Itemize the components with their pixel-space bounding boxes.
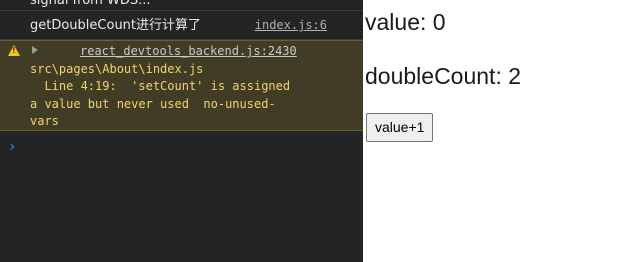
console-warning-source-link[interactable]: react_devtools_backend.js:2430 bbox=[30, 43, 357, 61]
console-log-message: getDoubleCount进行计算了 index.js:6 bbox=[0, 11, 363, 40]
console-warning-text: src\pages\About\index.js Line 4:19: 'set… bbox=[30, 61, 291, 129]
warning-icon bbox=[8, 45, 20, 56]
value-display: value: 0 bbox=[365, 9, 446, 35]
console-prompt-caret-icon[interactable]: › bbox=[8, 139, 16, 155]
console-message-partial: signal from WDS... bbox=[0, 0, 363, 11]
devtools-console-panel: signal from WDS... getDoubleCount进行计算了 i… bbox=[0, 0, 363, 262]
console-warning-message: react_devtools_backend.js:2430 src\pages… bbox=[0, 40, 363, 131]
console-message-text: signal from WDS... bbox=[30, 0, 151, 8]
increment-value-button[interactable]: value+1 bbox=[366, 113, 434, 142]
double-count-display: doubleCount: 2 bbox=[365, 63, 522, 89]
console-log-text: getDoubleCount进行计算了 bbox=[30, 18, 202, 33]
app-preview: value: 0 doubleCount: 2 value+1 bbox=[363, 0, 622, 262]
screen: signal from WDS... getDoubleCount进行计算了 i… bbox=[0, 0, 622, 262]
console-log-source-link[interactable]: index.js:6 bbox=[255, 11, 327, 40]
expand-triangle-icon[interactable] bbox=[32, 46, 38, 54]
